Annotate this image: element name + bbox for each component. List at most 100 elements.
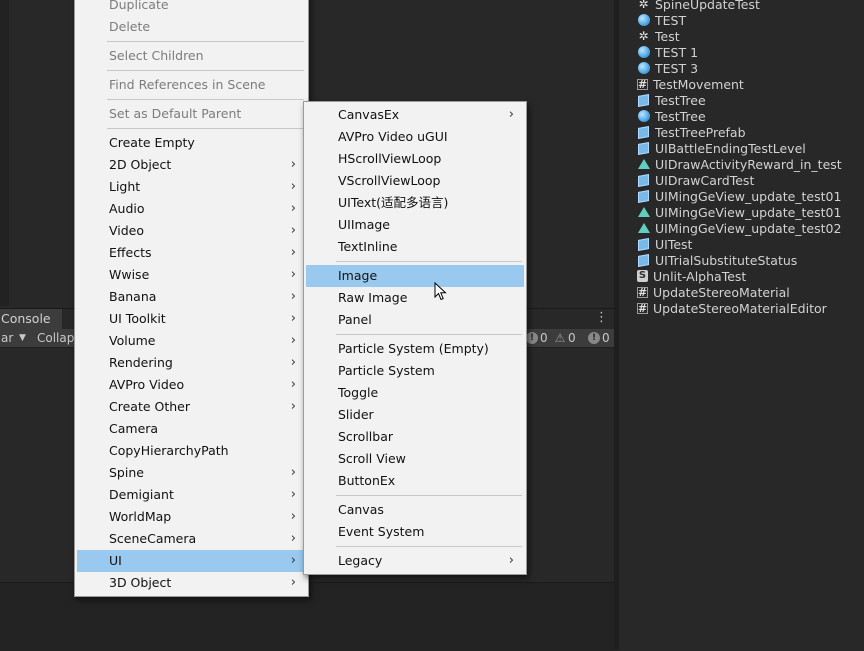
list-item[interactable]: TEST	[637, 12, 686, 28]
menu-separator	[336, 334, 522, 335]
list-item-label: TEST 3	[655, 60, 699, 76]
menu-item-label: Panel	[338, 312, 372, 327]
menu-item-canvas[interactable]: Canvas	[306, 499, 524, 521]
list-item-label: UIMingGeView_update_test02	[655, 220, 842, 236]
list-item[interactable]: S Unlit-AlphaTest	[637, 268, 746, 284]
chevron-right-icon: ›	[290, 465, 296, 480]
menu-item-image[interactable]: Image	[306, 265, 524, 287]
menu-item-worldmap[interactable]: WorldMap ›	[77, 506, 306, 528]
list-item[interactable]: TestTree	[637, 92, 706, 108]
menu-item-event-system[interactable]: Event System	[306, 521, 524, 543]
list-item-label: UpdateStereoMaterialEditor	[653, 300, 827, 316]
menu-item-rendering[interactable]: Rendering ›	[77, 352, 306, 374]
info-icon: !	[526, 332, 538, 344]
list-item[interactable]: # UpdateStereoMaterial	[637, 284, 790, 300]
scene-icon	[637, 62, 650, 75]
list-item-label: UIDrawActivityReward_in_test	[655, 156, 842, 172]
menu-item-camera[interactable]: Camera	[77, 418, 306, 440]
menu-item-create-other[interactable]: Create Other ›	[77, 396, 306, 418]
menu-item-uitext[interactable]: UIText(适配多语言)	[306, 192, 524, 214]
list-item[interactable]: TEST 3	[637, 60, 698, 76]
chevron-right-icon: ›	[290, 245, 296, 260]
prefab-icon	[637, 93, 650, 107]
list-item-label: UpdateStereoMaterial	[653, 284, 790, 300]
menu-item-scroll-view[interactable]: Scroll View	[306, 448, 524, 470]
clear-button[interactable]: ar	[1, 329, 13, 347]
menu-item-vscrollviewloop[interactable]: VScrollViewLoop	[306, 170, 524, 192]
menu-item-scrollbar[interactable]: Scrollbar	[306, 426, 524, 448]
list-item[interactable]: TestTree	[637, 108, 706, 124]
log-count: 0	[540, 331, 548, 345]
list-item[interactable]: UIMingGeView_update_test01	[637, 204, 841, 220]
menu-item-3d-object[interactable]: 3D Object ›	[77, 572, 306, 594]
menu-item-copyhierarchypath[interactable]: CopyHierarchyPath	[77, 440, 306, 462]
error-count: 0	[602, 331, 610, 345]
caret-down-icon[interactable]: ▼	[19, 329, 26, 347]
chevron-right-icon: ›	[290, 553, 296, 568]
list-item[interactable]: UIMingGeView_update_test01	[637, 188, 841, 204]
menu-item-label: CopyHierarchyPath	[109, 443, 229, 458]
menu-item-toggle[interactable]: Toggle	[306, 382, 524, 404]
list-item[interactable]: UIBattleEndingTestLevel	[637, 140, 806, 156]
menu-item-label: Create Empty	[109, 135, 195, 150]
list-item-label: TestTree	[655, 92, 706, 108]
shader-icon	[637, 158, 650, 171]
menu-item-slider[interactable]: Slider	[306, 404, 524, 426]
chevron-right-icon: ›	[290, 157, 296, 172]
list-item[interactable]: # UpdateStereoMaterialEditor	[637, 300, 827, 316]
menu-item-scenecamera[interactable]: SceneCamera ›	[77, 528, 306, 550]
menu-item-avpro-video-ugui[interactable]: AVPro Video uGUI	[306, 126, 524, 148]
log-count-badge[interactable]: ! 0	[526, 330, 548, 346]
list-item[interactable]: ✲ SpineUpdateTest	[637, 0, 759, 12]
warning-count-badge[interactable]: ⚠ 0	[554, 330, 576, 346]
menu-item-label: Light	[109, 179, 141, 194]
menu-item-2d-object[interactable]: 2D Object ›	[77, 154, 306, 176]
list-item[interactable]: ✲ Test	[637, 28, 679, 44]
menu-item-create-empty[interactable]: Create Empty	[77, 132, 306, 154]
menu-item-ui-toolkit[interactable]: UI Toolkit ›	[77, 308, 306, 330]
menu-item-buttonex[interactable]: ButtonEx	[306, 470, 524, 492]
list-item[interactable]: # TestMovement	[637, 76, 744, 92]
menu-item-hscrollviewloop[interactable]: HScrollViewLoop	[306, 148, 524, 170]
menu-item-legacy[interactable]: Legacy ›	[306, 550, 524, 572]
menu-separator	[336, 495, 522, 496]
error-count-badge[interactable]: ! 0	[588, 330, 610, 346]
menu-item-banana[interactable]: Banana ›	[77, 286, 306, 308]
kebab-menu-icon[interactable]: ⋮	[595, 311, 608, 325]
list-item-label: TEST	[655, 12, 687, 28]
menu-item-audio[interactable]: Audio ›	[77, 198, 306, 220]
list-item[interactable]: TEST 1	[637, 44, 698, 60]
chevron-right-icon: ›	[290, 267, 296, 282]
menu-item-volume[interactable]: Volume ›	[77, 330, 306, 352]
menu-item-wwise[interactable]: Wwise ›	[77, 264, 306, 286]
menu-item-panel[interactable]: Panel	[306, 309, 524, 331]
menu-item-particle-system-empty[interactable]: Particle System (Empty)	[306, 338, 524, 360]
tab-console[interactable]: Console	[0, 309, 62, 329]
menu-item-raw-image[interactable]: Raw Image	[306, 287, 524, 309]
menu-item-textinline[interactable]: TextInline	[306, 236, 524, 258]
list-item[interactable]: UIMingGeView_update_test02	[637, 220, 841, 236]
list-item[interactable]: TestTreePrefab	[637, 124, 746, 140]
menu-item-uiimage[interactable]: UIImage	[306, 214, 524, 236]
menu-item-label: Raw Image	[338, 290, 408, 305]
menu-item-avpro-video[interactable]: AVPro Video ›	[77, 374, 306, 396]
menu-item-ui[interactable]: UI ›	[77, 550, 306, 572]
menu-item-spine[interactable]: Spine ›	[77, 462, 306, 484]
menu-item-particle-system[interactable]: Particle System	[306, 360, 524, 382]
menu-item-label: Find References in Scene	[109, 77, 266, 92]
menu-item-canvasex[interactable]: CanvasEx ›	[306, 104, 524, 126]
list-item[interactable]: UITest	[637, 236, 692, 252]
chevron-right-icon: ›	[290, 487, 296, 502]
collapse-button[interactable]: Collap	[37, 329, 74, 347]
list-item[interactable]: UITrialSubstituteStatus	[637, 252, 797, 268]
menu-item-demigiant[interactable]: Demigiant ›	[77, 484, 306, 506]
menu-item-effects[interactable]: Effects ›	[77, 242, 306, 264]
prefab-icon	[637, 253, 650, 267]
list-item[interactable]: UIDrawActivityReward_in_test	[637, 156, 842, 172]
project-list-panel: ✲ SpineUpdateTest TEST ✲ Test TEST 1 TEST 3 # Te…	[619, 0, 864, 650]
list-item[interactable]: UIDrawCardTest	[637, 172, 754, 188]
menu-item-label: Banana	[109, 289, 157, 304]
menu-item-video[interactable]: Video ›	[77, 220, 306, 242]
shader-icon	[637, 222, 650, 235]
menu-item-light[interactable]: Light ›	[77, 176, 306, 198]
